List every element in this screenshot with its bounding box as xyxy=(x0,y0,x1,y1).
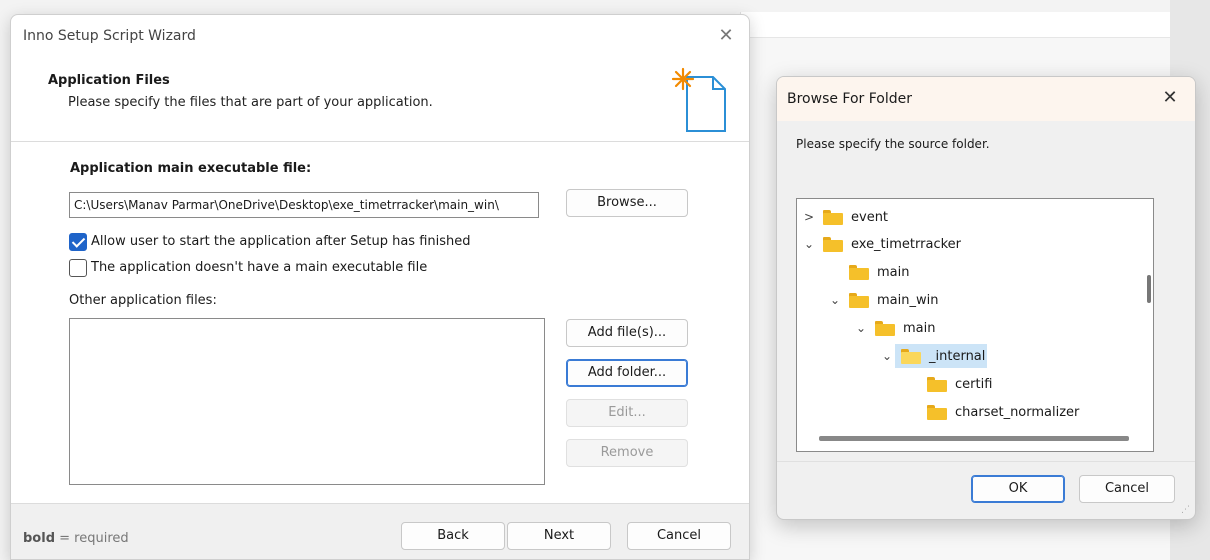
tree-node-main[interactable]: main xyxy=(827,260,911,284)
folder-icon xyxy=(849,292,869,308)
tree-node-certifi[interactable]: certifi xyxy=(905,372,994,396)
tree-node-label: _internal xyxy=(929,348,986,364)
remove-button[interactable]: Remove xyxy=(566,439,688,467)
wizard-footer: bold = required Back Next Cancel xyxy=(11,503,749,559)
browse-titlebar[interactable]: Browse For Folder ✕ xyxy=(777,77,1195,121)
browse-folder-dialog: Browse For Folder ✕ Please specify the s… xyxy=(776,76,1196,520)
tree-node-label: event xyxy=(851,209,889,225)
folder-icon xyxy=(849,264,869,280)
inno-setup-wizard-dialog: Inno Setup Script Wizard ✕ Application F… xyxy=(10,14,750,560)
chevron-right-icon[interactable]: > xyxy=(801,210,817,224)
add-files-button[interactable]: Add file(s)... xyxy=(566,319,688,347)
required-hint-bold: bold xyxy=(23,531,55,546)
tree-node-main-sub[interactable]: ⌄ main xyxy=(853,316,937,340)
vertical-scrollbar[interactable] xyxy=(1147,275,1151,303)
no-main-exe-label[interactable]: The application doesn't have a main exec… xyxy=(91,260,427,275)
tree-node-selection[interactable]: _internal xyxy=(895,344,988,368)
required-hint-text: = required xyxy=(55,531,129,546)
ok-button[interactable]: OK xyxy=(971,475,1065,503)
folder-open-icon xyxy=(901,348,921,364)
no-main-exe-checkbox[interactable] xyxy=(69,259,87,277)
main-exe-label: Application main executable file: xyxy=(70,161,312,176)
add-folder-button[interactable]: Add folder... xyxy=(566,359,688,387)
main-exe-input[interactable]: C:\Users\Manav Parmar\OneDrive\Desktop\e… xyxy=(69,192,539,218)
tree-node-internal[interactable]: ⌄ _internal xyxy=(879,344,988,368)
tree-node-label: main xyxy=(877,264,910,280)
folder-icon xyxy=(875,320,895,336)
page-subheading: Please specify the files that are part o… xyxy=(68,95,433,110)
horizontal-scrollbar[interactable] xyxy=(819,436,1129,441)
back-button[interactable]: Back xyxy=(401,522,505,550)
new-file-icon xyxy=(671,67,726,132)
wizard-close-icon[interactable]: ✕ xyxy=(713,23,739,49)
folder-icon xyxy=(927,376,947,392)
tree-node-main-win[interactable]: ⌄ main_win xyxy=(827,288,940,312)
tree-node-label: certifi xyxy=(955,376,993,392)
tree-node-label: main xyxy=(903,320,936,336)
page-heading: Application Files xyxy=(48,73,170,88)
allow-start-checkbox[interactable] xyxy=(69,233,87,251)
header-divider xyxy=(11,141,749,142)
tree-node-label: exe_timetrracker xyxy=(851,236,962,252)
tree-node-charset-normalizer[interactable]: charset_normalizer xyxy=(905,400,1081,424)
folder-icon xyxy=(927,404,947,420)
browse-title: Browse For Folder xyxy=(787,91,913,107)
browse-footer-divider xyxy=(777,461,1195,462)
chevron-down-icon[interactable]: ⌄ xyxy=(853,321,869,335)
folder-icon xyxy=(823,209,843,225)
other-files-label: Other application files: xyxy=(69,293,217,308)
tree-node-exe-timetrracker[interactable]: ⌄ exe_timetrracker xyxy=(801,232,963,256)
tree-node-label: main_win xyxy=(877,292,939,308)
resize-grip-icon[interactable]: ⋰ xyxy=(1181,505,1191,515)
browse-button[interactable]: Browse... xyxy=(566,189,688,217)
edit-button[interactable]: Edit... xyxy=(566,399,688,427)
chevron-down-icon[interactable]: ⌄ xyxy=(879,349,895,363)
folder-tree[interactable]: > event ⌄ exe_timetrracker main ⌄ main_w… xyxy=(796,198,1154,452)
next-button[interactable]: Next xyxy=(507,522,611,550)
browse-cancel-button[interactable]: Cancel xyxy=(1079,475,1175,503)
cancel-button[interactable]: Cancel xyxy=(627,522,731,550)
background-window-toolbar xyxy=(741,12,1170,38)
browse-prompt: Please specify the source folder. xyxy=(796,137,990,151)
wizard-titlebar[interactable]: Inno Setup Script Wizard ✕ xyxy=(11,15,749,59)
other-files-list[interactable] xyxy=(69,318,545,485)
allow-start-label[interactable]: Allow user to start the application afte… xyxy=(91,234,471,249)
wizard-title: Inno Setup Script Wizard xyxy=(23,28,196,44)
required-hint: bold = required xyxy=(23,531,129,546)
chevron-down-icon[interactable]: ⌄ xyxy=(827,293,843,307)
browse-close-icon[interactable]: ✕ xyxy=(1157,85,1183,111)
chevron-down-icon[interactable]: ⌄ xyxy=(801,237,817,251)
tree-node-label: charset_normalizer xyxy=(955,404,1080,420)
folder-icon xyxy=(823,236,843,252)
tree-node-event[interactable]: > event xyxy=(801,205,890,229)
